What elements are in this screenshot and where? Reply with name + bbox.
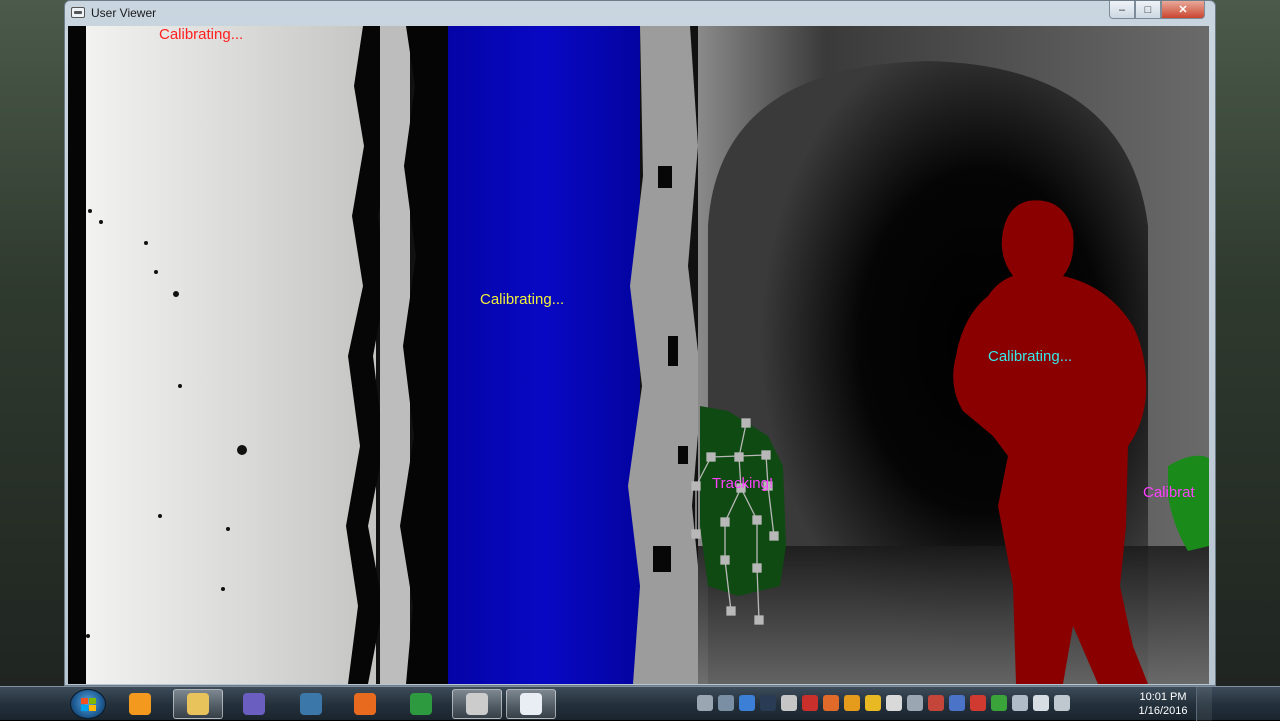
- minimize-button[interactable]: –: [1109, 1, 1135, 19]
- window-app-icon: [71, 7, 85, 18]
- flag-icon[interactable]: [928, 695, 944, 711]
- taskbar-button-user-viewer-window[interactable]: [506, 689, 556, 719]
- taskbar-button-file-explorer[interactable]: [173, 689, 223, 719]
- network-icon[interactable]: [1012, 695, 1028, 711]
- tracking-label: Tracking!: [712, 475, 774, 492]
- taskbar-button-visual-studio[interactable]: [229, 689, 279, 719]
- hand-icon[interactable]: [886, 695, 902, 711]
- taskbar-button-chrome[interactable]: [396, 689, 446, 719]
- clock-date: 1/16/2016: [1138, 705, 1188, 717]
- amber-app-icon[interactable]: [844, 695, 860, 711]
- monitor-icon[interactable]: [718, 695, 734, 711]
- system-tray: [697, 695, 1070, 711]
- clock-time: 10:01 PM: [1139, 691, 1187, 703]
- taskbar-button-python[interactable]: [286, 689, 336, 719]
- visual-studio-icon: [243, 693, 265, 715]
- windows-media-player-icon: [129, 693, 151, 715]
- bluetooth-icon[interactable]: [949, 695, 965, 711]
- utility-icon[interactable]: [781, 695, 797, 711]
- close-button[interactable]: ✕: [1161, 1, 1205, 19]
- taskbar-button-firefox[interactable]: [340, 689, 390, 719]
- orange-app-icon[interactable]: [823, 695, 839, 711]
- file-explorer-icon: [187, 693, 209, 715]
- media-icon[interactable]: [739, 695, 755, 711]
- start-button[interactable]: [70, 689, 106, 719]
- calibrating-label-yellow: Calibrating...: [480, 291, 565, 308]
- film-reel-icon: [466, 693, 488, 715]
- calibrating-label-red: Calibrating...: [159, 26, 244, 43]
- volume-icon[interactable]: [1033, 695, 1049, 711]
- red-app-icon[interactable]: [802, 695, 818, 711]
- steam-icon[interactable]: [760, 695, 776, 711]
- windows-logo-icon: [81, 698, 96, 711]
- window-title: User Viewer: [91, 6, 157, 20]
- python-icon: [300, 693, 322, 715]
- coin-icon[interactable]: [865, 695, 881, 711]
- maximize-button[interactable]: □: [1135, 1, 1161, 19]
- shield-icon[interactable]: [991, 695, 1007, 711]
- calibrating-label-cyan: Calibrating...: [988, 348, 1073, 365]
- chrome-icon: [410, 693, 432, 715]
- network-tool-icon[interactable]: [697, 695, 713, 711]
- device-icon[interactable]: [907, 695, 923, 711]
- user-viewer-window-icon: [520, 693, 542, 715]
- taskbar: 10:01 PM 1/16/2016: [0, 686, 1280, 721]
- battery-icon[interactable]: [1054, 695, 1070, 711]
- taskbar-button-film-reel[interactable]: [452, 689, 502, 719]
- depth-viewer-canvas[interactable]: Calibrating... Calibrating... Calibratin…: [68, 26, 1209, 684]
- calibrating-label-magenta: Calibrat: [1143, 484, 1195, 501]
- show-desktop-button[interactable]: [1196, 687, 1212, 721]
- clock[interactable]: 10:01 PM 1/16/2016: [1133, 690, 1193, 718]
- title-bar[interactable]: User Viewer – □ ✕: [65, 1, 1215, 25]
- taskbar-button-windows-media-player[interactable]: [115, 689, 165, 719]
- firefox-icon: [354, 693, 376, 715]
- red-alert-icon[interactable]: [970, 695, 986, 711]
